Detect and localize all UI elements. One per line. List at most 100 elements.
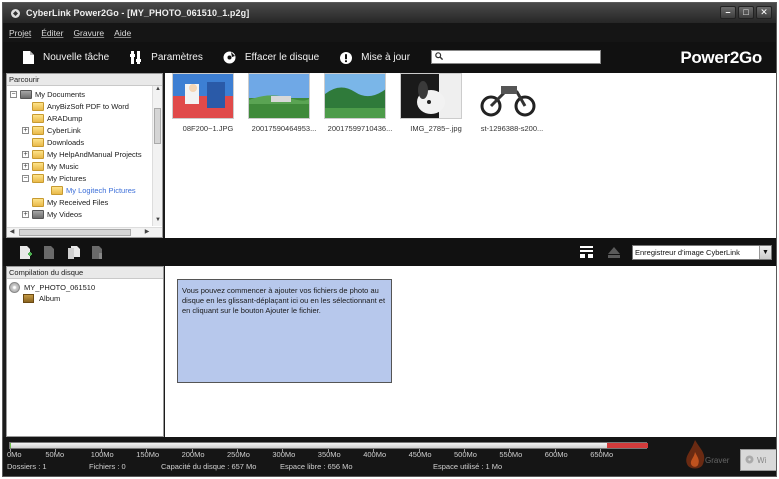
tree-horizontal-scrollbar[interactable]: ◀ ▶ <box>7 227 162 237</box>
tree-item-anybizsoft[interactable]: AnyBizSoft PDF to Word <box>32 100 129 112</box>
photo-thumbnail-icon <box>248 73 310 119</box>
thumbnail-item[interactable]: 20017599710436... <box>317 73 403 143</box>
photo-thumbnail-icon <box>324 73 386 119</box>
search-input[interactable] <box>446 51 596 63</box>
app-window: CyberLink Power2Go - [MY_PHOTO_061510_1.… <box>2 2 777 477</box>
folder-icon <box>32 101 44 111</box>
tree-item-aradump[interactable]: ARADump <box>32 112 82 124</box>
file-properties-icon[interactable] <box>91 245 105 259</box>
maximize-button[interactable]: □ <box>738 6 754 19</box>
capacity-tick-label: 500Mo <box>454 450 477 459</box>
tree-item-my-documents[interactable]: − My Documents <box>10 88 85 100</box>
tree-item-label: My Music <box>47 161 79 171</box>
folder-icon <box>32 197 44 207</box>
disc-item[interactable]: MY_PHOTO_061510 <box>9 282 95 293</box>
scroll-up-icon[interactable]: ▲ <box>153 86 162 95</box>
folder-tree[interactable]: − My Documents AnyBizSoft PDF to Word AR… <box>7 86 162 226</box>
write-icon <box>745 455 754 466</box>
capacity-over-zone <box>607 443 648 448</box>
collapse-icon[interactable]: − <box>10 90 17 98</box>
new-task-label: Nouvelle tâche <box>43 52 110 63</box>
pictures-folder-icon <box>32 173 44 183</box>
tree-item-label: My Videos <box>47 209 82 219</box>
scroll-right-icon[interactable]: ▶ <box>142 228 152 237</box>
title-bar: CyberLink Power2Go - [MY_PHOTO_061510_1.… <box>3 3 776 23</box>
erase-disc-label: Effacer le disque <box>244 52 320 63</box>
capacity-tick-label: 50Mo <box>45 450 65 459</box>
tree-item-received-files[interactable]: My Received Files <box>32 196 108 208</box>
expand-icon[interactable]: + <box>22 210 29 218</box>
scroll-down-icon[interactable]: ▼ <box>153 217 162 226</box>
tree-item-label: My Pictures <box>47 173 87 183</box>
main-toolbar: Nouvelle tâche Paramètres Effacer le dis… <box>3 42 776 73</box>
new-document-icon <box>21 51 35 65</box>
scrollbar-thumb[interactable] <box>19 229 131 236</box>
copy-file-icon[interactable] <box>67 245 81 259</box>
tree-item-label: CyberLink <box>47 125 81 135</box>
videos-folder-icon <box>32 209 44 219</box>
burn-button[interactable]: Graver Wi <box>678 440 776 474</box>
tree-item-my-logitech-pictures[interactable]: My Logitech Pictures <box>51 184 136 196</box>
tree-vertical-scrollbar[interactable]: ▲ ▼ <box>152 86 162 226</box>
write-button[interactable]: Wi <box>740 449 776 471</box>
album-item[interactable]: Album <box>23 294 60 303</box>
erase-disc-icon <box>223 51 237 65</box>
folder-icon <box>32 113 44 123</box>
tree-item-my-pictures[interactable]: − My Pictures <box>22 172 86 184</box>
thumbnail-item[interactable]: IMG_2785~.jpg <box>393 73 479 143</box>
expand-icon[interactable]: + <box>22 126 29 134</box>
tree-item-label: My Documents <box>35 89 86 99</box>
tree-item-my-music[interactable]: + My Music <box>22 160 79 172</box>
power2go-logo-icon <box>8 6 22 20</box>
capacity-tick-label: 350Mo <box>317 450 341 459</box>
update-button[interactable]: Mise à jour <box>339 51 410 65</box>
file-thumbnails-panel: 08F200~1.JPG 20017590464953... 200175997… <box>165 73 776 238</box>
close-button[interactable]: ✕ <box>756 6 772 19</box>
menu-gravure[interactable]: Gravure <box>73 28 104 38</box>
collapse-icon[interactable]: − <box>22 174 29 182</box>
capacity-tick-label: 150Mo <box>136 450 160 459</box>
free-space: Espace libre : 656 Mo <box>280 462 353 471</box>
settings-button[interactable]: Paramètres <box>129 51 203 65</box>
settings-sliders-icon <box>129 51 143 65</box>
write-label: Wi <box>757 455 767 465</box>
view-mode-icon[interactable] <box>579 245 593 259</box>
new-task-button[interactable]: Nouvelle tâche <box>21 51 109 65</box>
tree-item-cyberlink[interactable]: + CyberLink <box>22 124 81 136</box>
remove-file-icon[interactable] <box>43 245 57 259</box>
tree-item-helpandmanual[interactable]: + My HelpAndManual Projects <box>22 148 142 160</box>
thumbnail-item[interactable]: st-1296388-s200... <box>469 73 555 143</box>
eject-icon[interactable] <box>607 245 621 259</box>
menu-projet[interactable]: Projet <box>9 28 31 38</box>
compilation-header: Compilation du disque <box>7 267 163 279</box>
disc-icon <box>9 282 20 293</box>
menu-editer[interactable]: Éditer <box>41 28 63 38</box>
minimize-button[interactable]: – <box>720 6 736 19</box>
expand-icon[interactable]: + <box>22 162 29 170</box>
capacity-tick-label: 300Mo <box>272 450 296 459</box>
thumbnail-label: st-1296388-s200... <box>480 124 544 133</box>
compilation-content-area[interactable]: Vous pouvez commencer à ajouter vos fich… <box>165 266 776 437</box>
burn-label: Graver <box>705 456 730 465</box>
album-label: Album <box>39 294 61 303</box>
erase-disc-button[interactable]: Effacer le disque <box>223 51 319 65</box>
capacity-tick-label: 550Mo <box>499 450 523 459</box>
album-icon <box>23 294 34 303</box>
capacity-bar <box>9 442 648 449</box>
chevron-down-icon[interactable]: ▼ <box>759 246 771 259</box>
capacity-tick-label: 100Mo <box>90 450 114 459</box>
tree-item-downloads[interactable]: Downloads <box>32 136 84 148</box>
add-file-icon[interactable] <box>19 245 33 259</box>
tree-item-label: My Received Files <box>47 197 109 207</box>
expand-icon[interactable]: + <box>22 150 29 158</box>
recorder-select[interactable]: Enregistreur d'image CyberLink ▼ <box>632 245 772 260</box>
browse-header: Parcourir <box>7 74 162 86</box>
scrollbar-thumb[interactable] <box>154 108 161 144</box>
thumbnail-item[interactable]: 20017590464953... <box>241 73 327 143</box>
flame-icon <box>683 440 707 474</box>
menu-aide[interactable]: Aide <box>114 28 131 38</box>
thumbnail-item[interactable]: 08F200~1.JPG <box>165 73 251 143</box>
tree-item-my-videos[interactable]: + My Videos <box>22 208 82 220</box>
folder-icon <box>32 125 44 135</box>
scroll-left-icon[interactable]: ◀ <box>7 228 17 237</box>
